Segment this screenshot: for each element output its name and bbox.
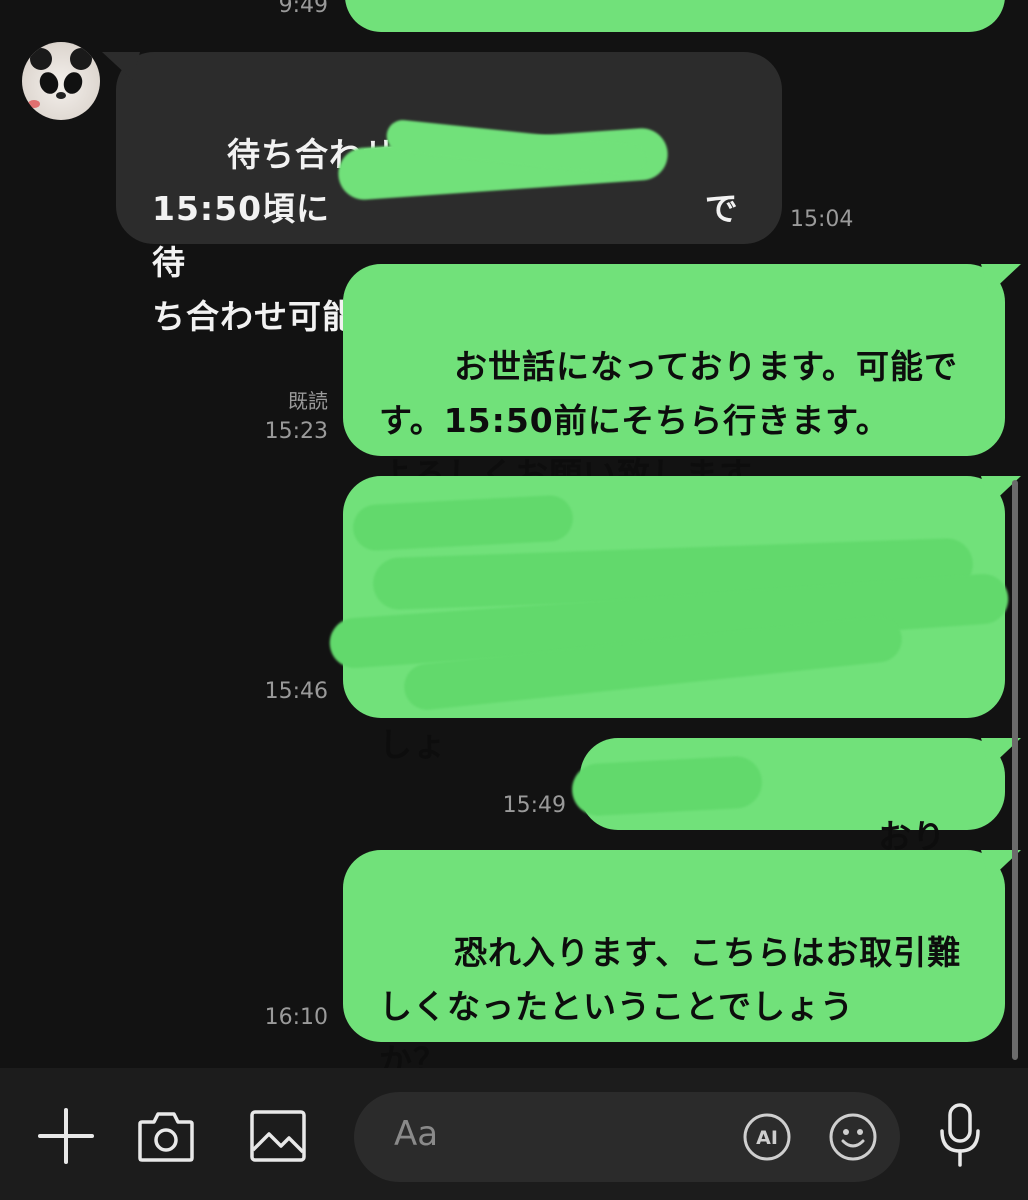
outgoing-message-bubble[interactable]: おります！ [570,738,1005,910]
timestamp: 16:10 [264,1005,328,1030]
outgoing-message-bubble[interactable]: 恐れ入ります、こちらはお取引難 しくなったということでしょう か？ [343,850,1005,1080]
microphone-icon[interactable] [928,1100,992,1172]
svg-text:AI: AI [756,1127,778,1149]
contact-avatar[interactable] [22,42,100,120]
timestamp: 15:46 [264,679,328,704]
timestamp: 15:23 [264,419,328,444]
outgoing-message-bubble[interactable]: 付近着きました。 しょ [328,476,1010,764]
outgoing-message-bubble[interactable]: お世話になっております。可能で す。15:50前にそちら行きます。 よろしくお願… [343,264,1005,494]
camera-icon[interactable] [134,1104,198,1168]
emoji-icon[interactable] [826,1110,880,1164]
message-input[interactable]: Aa AI [354,1092,900,1182]
plus-icon[interactable] [36,1106,96,1166]
chat-screen: 9:49 待ち合わせ 15:50頃に で待 ち合わせ可能でしょうか？ 15:04… [0,0,1028,1200]
timestamp: 15:04 [790,207,854,232]
scrollbar[interactable] [1012,480,1018,1060]
partial-message-bubble[interactable] [345,0,1005,32]
message-list[interactable]: 9:49 待ち合わせ 15:50頃に で待 ち合わせ可能でしょうか？ 15:04… [0,0,1028,1080]
input-placeholder: Aa [394,1114,439,1154]
image-icon[interactable] [246,1104,310,1168]
redaction-scribble [351,494,575,552]
redaction-scribble [570,755,764,817]
timestamp: 9:49 [278,0,328,18]
incoming-message-bubble[interactable]: 待ち合わせ 15:50頃に で待 ち合わせ可能でしょうか？ [116,52,782,336]
message-text: お世話になっております。可能で す。15:50前にそちら行きます。 よろしくお願… [379,347,958,494]
ai-icon[interactable]: AI [740,1110,794,1164]
read-receipt: 既読 [288,389,328,413]
message-text: 恐れ入ります、こちらはお取引難 しくなったということでしょう か？ [379,933,962,1080]
timestamp: 15:49 [502,793,566,818]
